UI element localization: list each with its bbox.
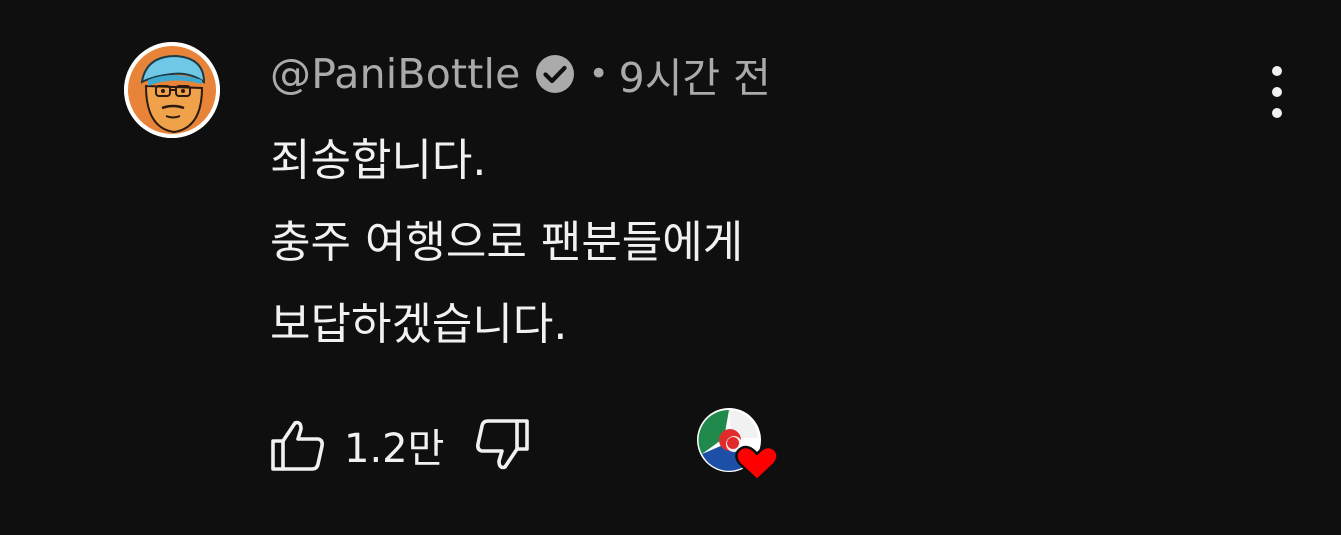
comment-header: @PaniBottle • 9시간 전 <box>270 44 771 104</box>
more-dot <box>1272 66 1282 76</box>
thumb-up-icon <box>271 420 324 471</box>
comment-text: 죄송합니다. 충주 여행으로 팬분들에게 보답하겠습니다. <box>270 120 743 366</box>
author-avatar[interactable] <box>124 42 220 138</box>
separator-dot: • <box>588 54 609 94</box>
author-name[interactable]: @PaniBottle <box>270 50 521 98</box>
comment-line: 보답하겠습니다. <box>270 299 568 350</box>
like-count: 1.2만 <box>344 426 445 472</box>
comment-actions: 1.2만 <box>270 408 779 482</box>
comment-line: 죄송합니다. <box>270 135 487 186</box>
dislike-button[interactable] <box>472 414 534 476</box>
more-vert-icon[interactable] <box>1262 66 1292 118</box>
like-button[interactable] <box>266 414 328 476</box>
more-dot <box>1272 108 1282 118</box>
thumb-down-icon <box>476 419 530 470</box>
check-circle-icon <box>533 52 577 96</box>
creator-heart <box>696 408 782 484</box>
more-dot <box>1272 87 1282 97</box>
comment-timestamp[interactable]: 9시간 전 <box>619 44 771 104</box>
comment-line: 충주 여행으로 팬분들에게 <box>270 217 744 268</box>
